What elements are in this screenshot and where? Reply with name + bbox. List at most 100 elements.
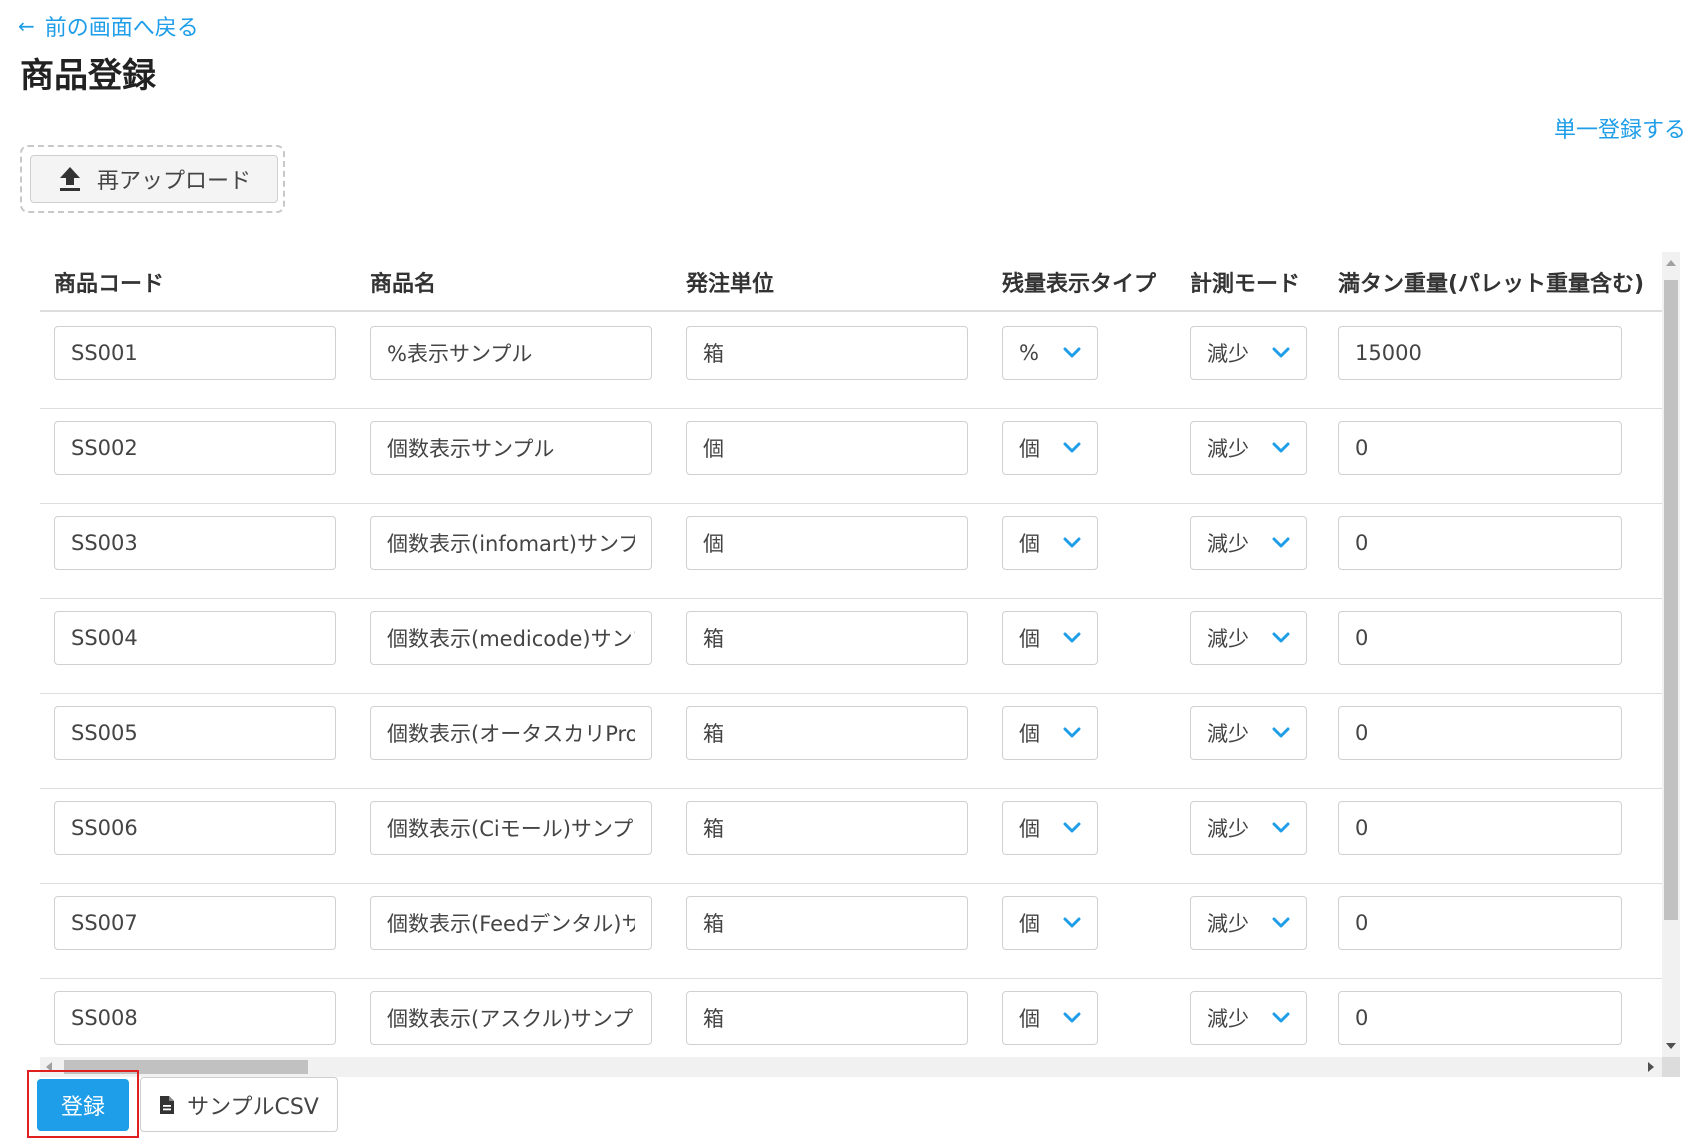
header-measure-mode: 計測モード [1190,272,1301,297]
scroll-up-arrow-icon[interactable] [1666,260,1676,266]
display-type-value: 個 [1019,532,1040,556]
full-weight-input[interactable] [1338,516,1622,570]
page-title: 商品登録 [20,56,156,96]
product-name-input[interactable] [370,991,652,1045]
measure-mode-value: 減少 [1207,627,1249,651]
display-type-select[interactable]: 個 [1002,706,1098,760]
display-type-select[interactable]: 個 [1002,896,1098,950]
register-button[interactable]: 登録 [37,1079,129,1131]
product-name-input[interactable] [370,421,652,475]
full-weight-input[interactable] [1338,991,1622,1045]
order-unit-input[interactable] [686,801,968,855]
horizontal-scrollbar[interactable] [40,1057,1662,1077]
chevron-down-icon [1272,1012,1290,1023]
order-unit-input[interactable] [686,326,968,380]
chevron-down-icon [1272,822,1290,833]
order-unit-input[interactable] [686,421,968,475]
table-row: 個 減少 [40,694,1662,789]
chevron-down-icon [1272,917,1290,928]
product-table: 商品コード 商品名 発注単位 残量表示タイプ 計測モード 満タン重量(パレット重… [40,252,1680,1077]
chevron-down-icon [1063,917,1081,928]
product-code-input[interactable] [54,896,336,950]
order-unit-input[interactable] [686,611,968,665]
display-type-select[interactable]: 個 [1002,611,1098,665]
header-order-unit: 発注単位 [686,272,775,297]
order-unit-input[interactable] [686,516,968,570]
display-type-value: 個 [1019,437,1040,461]
product-code-input[interactable] [54,706,336,760]
table-row: 個 減少 [40,789,1662,884]
display-type-select[interactable]: 個 [1002,991,1098,1045]
product-name-input[interactable] [370,611,652,665]
product-code-input[interactable] [54,516,336,570]
order-unit-input[interactable] [686,991,968,1045]
vertical-scrollbar[interactable] [1662,252,1680,1057]
full-weight-input[interactable] [1338,706,1622,760]
full-weight-input[interactable] [1338,801,1622,855]
header-product-code: 商品コード [54,272,165,297]
full-weight-input[interactable] [1338,326,1622,380]
measure-mode-select[interactable]: 減少 [1190,991,1307,1045]
arrow-left-icon: ← [18,14,35,38]
display-type-select[interactable]: 個 [1002,421,1098,475]
table-row: % 減少 [40,314,1662,409]
product-code-input[interactable] [54,801,336,855]
display-type-select[interactable]: 個 [1002,801,1098,855]
header-full-weight: 満タン重量(パレット重量含む) [1338,272,1645,297]
full-weight-input[interactable] [1338,421,1622,475]
table-row: 個 減少 [40,884,1662,979]
back-link-label: 前の画面へ戻る [44,16,199,41]
display-type-value: % [1019,341,1039,365]
measure-mode-value: 減少 [1207,912,1249,936]
measure-mode-value: 減少 [1207,342,1249,366]
scroll-down-arrow-icon[interactable] [1666,1043,1676,1049]
chevron-down-icon [1063,1012,1081,1023]
table-row: 個 減少 [40,599,1662,694]
table-viewport: 商品コード 商品名 発注単位 残量表示タイプ 計測モード 満タン重量(パレット重… [40,252,1662,1057]
measure-mode-value: 減少 [1207,532,1249,556]
measure-mode-select[interactable]: 減少 [1190,516,1307,570]
display-type-select[interactable]: % [1002,326,1098,380]
upload-icon [59,167,80,191]
vertical-scroll-thumb[interactable] [1664,280,1678,920]
upload-dropzone[interactable]: 再アップロード [20,145,285,213]
header-display-type: 残量表示タイプ [1002,272,1157,297]
full-weight-input[interactable] [1338,896,1622,950]
product-name-input[interactable] [370,801,652,855]
measure-mode-select[interactable]: 減少 [1190,801,1307,855]
sample-csv-button[interactable]: サンプルCSV [140,1077,338,1132]
product-code-input[interactable] [54,326,336,380]
scroll-right-arrow-icon[interactable] [1648,1062,1654,1072]
measure-mode-select[interactable]: 減少 [1190,611,1307,665]
back-link[interactable]: ← 前の画面へ戻る [18,10,199,42]
chevron-down-icon [1063,537,1081,548]
product-name-input[interactable] [370,706,652,760]
product-code-input[interactable] [54,991,336,1045]
header-product-name: 商品名 [370,272,437,297]
reupload-button[interactable]: 再アップロード [30,155,278,203]
product-name-input[interactable] [370,326,652,380]
product-name-input[interactable] [370,516,652,570]
table-row: 個 減少 [40,409,1662,504]
measure-mode-value: 減少 [1207,437,1249,461]
reupload-label: 再アップロード [96,169,251,194]
measure-mode-select[interactable]: 減少 [1190,706,1307,760]
measure-mode-select[interactable]: 減少 [1190,421,1307,475]
product-code-input[interactable] [54,611,336,665]
product-name-input[interactable] [370,896,652,950]
full-weight-input[interactable] [1338,611,1622,665]
measure-mode-select[interactable]: 減少 [1190,896,1307,950]
scrollbar-corner [1662,1057,1680,1077]
chevron-down-icon [1272,537,1290,548]
table-row: 個 減少 [40,504,1662,599]
product-code-input[interactable] [54,421,336,475]
display-type-select[interactable]: 個 [1002,516,1098,570]
measure-mode-value: 減少 [1207,1007,1249,1031]
order-unit-input[interactable] [686,706,968,760]
display-type-value: 個 [1019,912,1040,936]
single-register-link[interactable]: 単一登録する [1554,112,1686,144]
table-header: 商品コード 商品名 発注単位 残量表示タイプ 計測モード 満タン重量(パレット重… [40,252,1662,312]
order-unit-input[interactable] [686,896,968,950]
measure-mode-value: 減少 [1207,722,1249,746]
measure-mode-select[interactable]: 減少 [1190,326,1307,380]
